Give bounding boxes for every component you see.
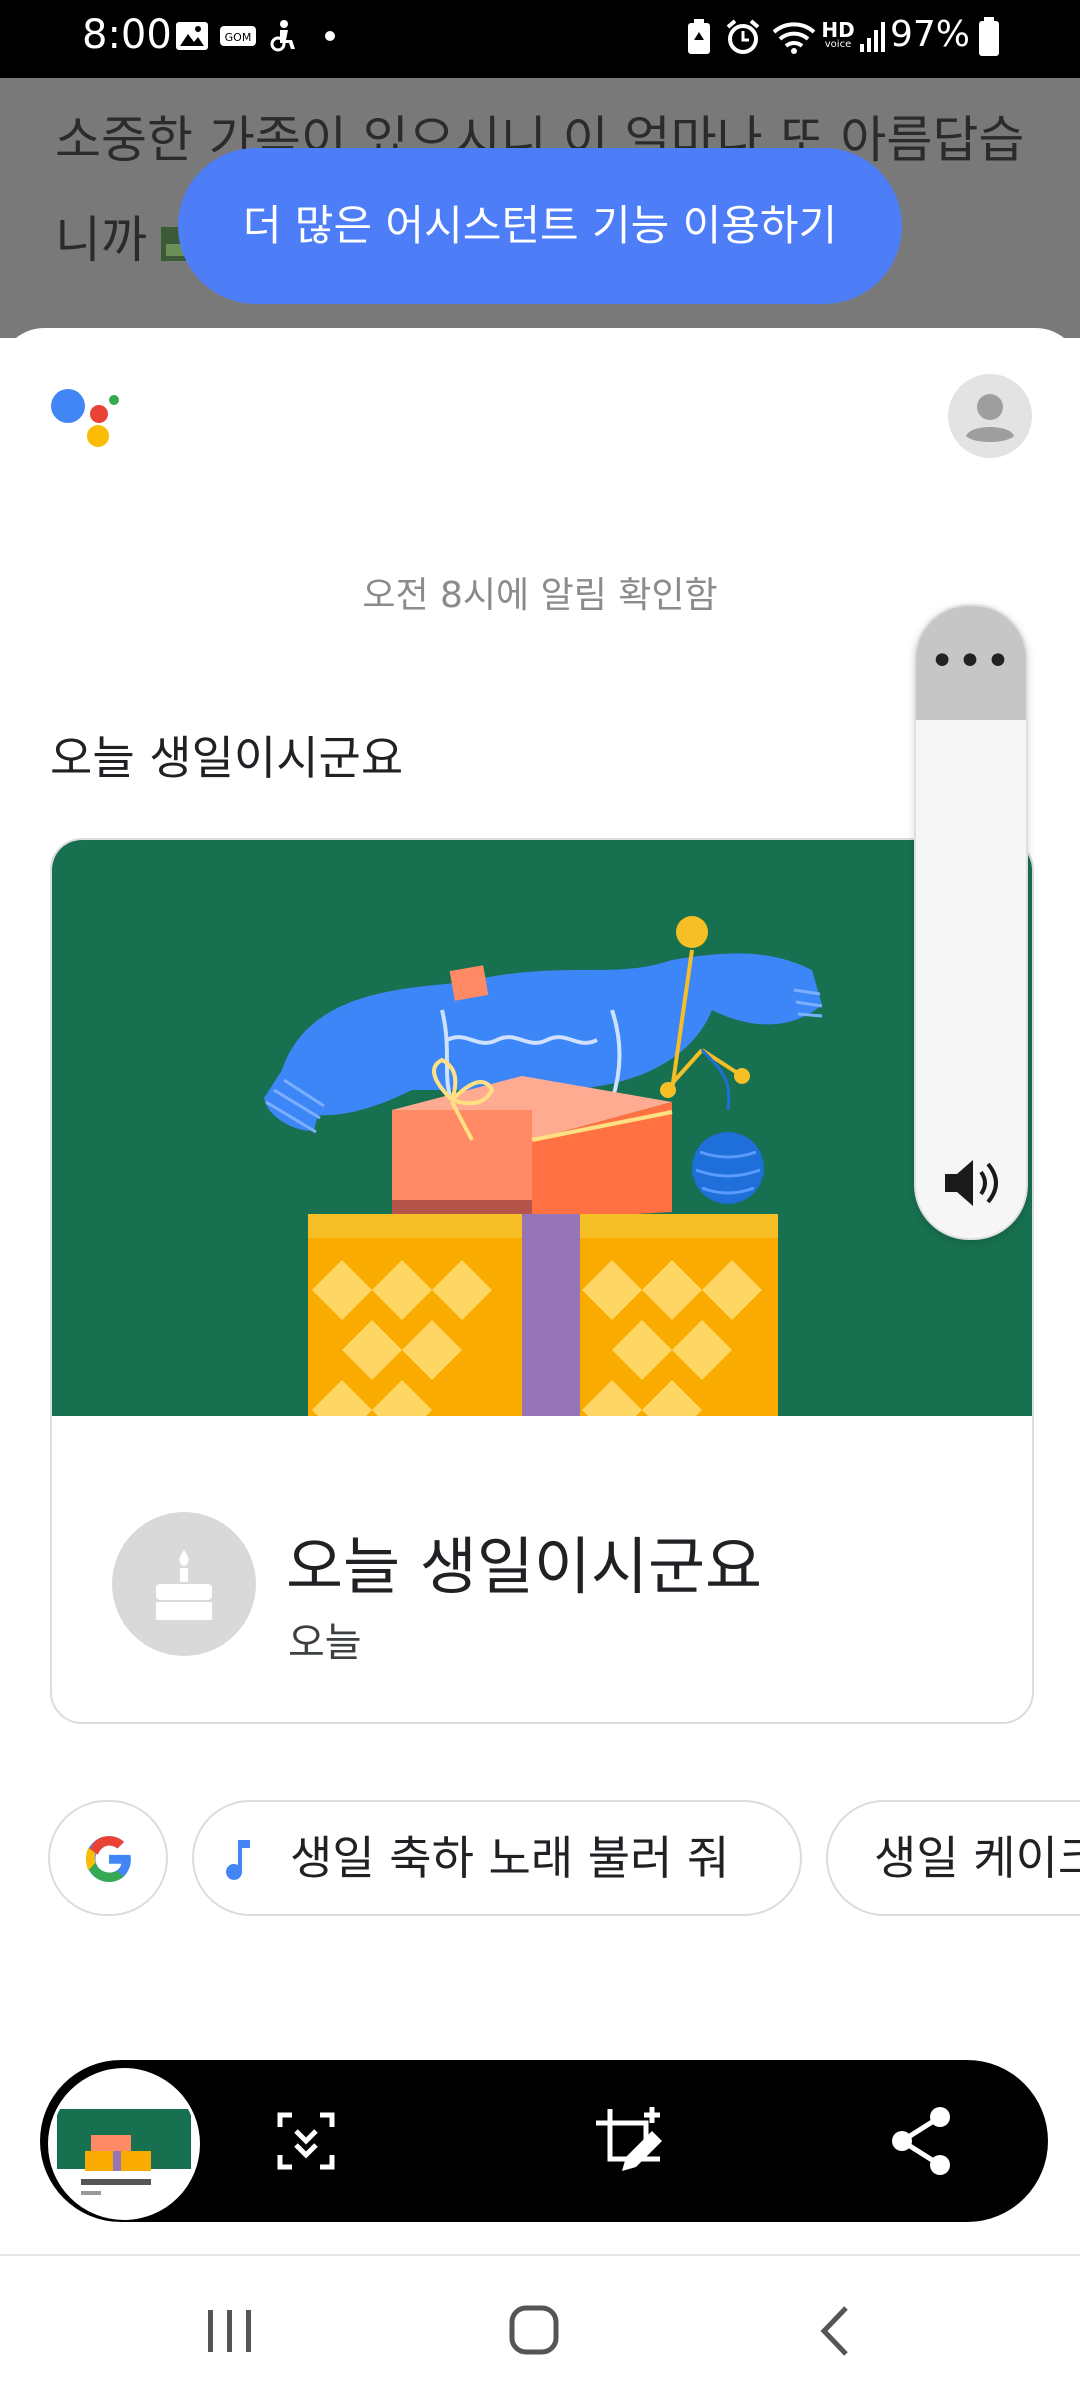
chip-label: 생일 축하 노래 불러 줘: [290, 1831, 730, 1885]
signal-icon: [860, 22, 885, 52]
thumbnail-preview-icon: [51, 2071, 197, 2217]
speaker-icon[interactable]: [941, 1156, 1001, 1210]
recent-apps-icon[interactable]: [190, 2296, 270, 2366]
birthday-gift-illustration: [52, 840, 1032, 1440]
google-assistant-logo-icon: [51, 389, 119, 447]
status-bar: 8:00 GOM HD voice 97%: [0, 0, 1080, 78]
crop-edit-icon[interactable]: [588, 2101, 668, 2181]
battery-saver-icon: [688, 19, 710, 54]
volume-slider[interactable]: •••: [914, 604, 1028, 1240]
suggestion-chip-birthday-song[interactable]: 생일 축하 노래 불러 줘: [192, 1800, 802, 1916]
screenshot-thumbnail[interactable]: [48, 2068, 200, 2220]
wifi-icon: [772, 22, 816, 54]
hd-voice-icon: HD voice: [821, 18, 855, 50]
person-icon: [966, 394, 1014, 442]
card-subtitle: 오늘: [288, 1620, 362, 1666]
accessibility-icon: [270, 20, 295, 52]
more-assistant-features-button[interactable]: 더 많은 어시스턴트 기능 이용하기: [178, 148, 902, 304]
home-icon[interactable]: [494, 2296, 574, 2366]
card-title: 오늘 생일이시군요: [286, 1530, 763, 1603]
battery-percent: 97%: [889, 14, 970, 55]
music-note-icon: [226, 1840, 250, 1880]
suggestion-chip-birthday-cake[interactable]: 생일 케이크: [826, 1800, 1080, 1916]
screen: 8:00 GOM HD voice 97% 소중한 가족이 있으시니 이 얼마나…: [0, 0, 1080, 2400]
battery-icon: [979, 17, 999, 56]
volume-more-icon[interactable]: •••: [916, 636, 1026, 687]
assistant-heading: 오늘 생일이시군요: [50, 731, 404, 785]
screenshot-toolbar: [40, 2060, 1048, 2222]
share-icon[interactable]: [882, 2101, 962, 2181]
notification-dot-icon: [325, 31, 335, 41]
alarm-icon: [726, 19, 760, 54]
gift-box-illustration-icon: [264, 916, 823, 1440]
cake-icon: [156, 1550, 212, 1620]
chip-label: 생일 케이크: [874, 1831, 1080, 1885]
account-avatar[interactable]: [948, 374, 1032, 458]
svg-text:GOM: GOM: [225, 31, 252, 44]
status-time: 8:00: [82, 12, 172, 58]
back-icon[interactable]: [796, 2296, 876, 2366]
google-g-icon: [86, 1836, 131, 1882]
gom-app-icon: GOM: [220, 26, 256, 46]
cake-icon-circle: [112, 1512, 256, 1656]
navigation-bar: [0, 2254, 1080, 2400]
gallery-icon: [176, 22, 208, 50]
birthday-card[interactable]: 오늘 생일이시군요 오늘: [50, 838, 1034, 1724]
google-search-chip[interactable]: [48, 1800, 168, 1916]
scroll-capture-icon[interactable]: [266, 2101, 346, 2181]
